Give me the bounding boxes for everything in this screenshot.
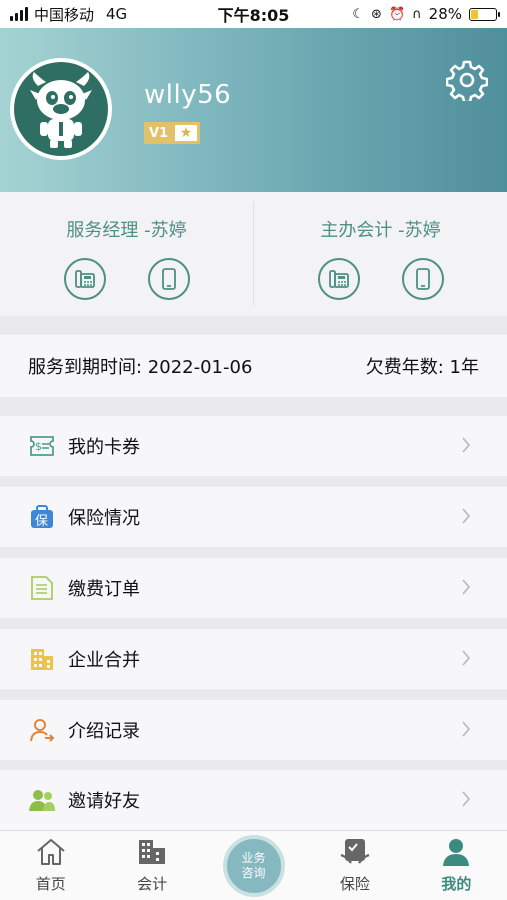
settings-button[interactable] (445, 58, 489, 102)
call-landline-button[interactable] (63, 258, 106, 300)
status-bar: 中国移动 4G 下午8:05 ☾ ⊛ ⏰ ∩ 28% (0, 0, 507, 28)
battery-percent: 28% (428, 5, 462, 23)
chevron-right-icon (462, 437, 471, 453)
chevron-right-icon (462, 508, 471, 524)
svg-text:$: $ (35, 440, 42, 453)
tab-home[interactable]: 首页 (0, 831, 101, 900)
tab-mine[interactable]: 我的 (406, 831, 507, 900)
building-icon (28, 645, 56, 673)
mobile-phone-icon (161, 268, 176, 290)
contact-title: 服务经理 -苏婷 (66, 220, 187, 241)
chevron-right-icon (462, 721, 471, 737)
consult-label-line1: 业务 (241, 851, 266, 865)
telephone-icon (74, 270, 95, 288)
svg-text:保: 保 (35, 514, 48, 529)
referral-icon (28, 716, 56, 744)
menu-item-referrals[interactable]: 介绍记录 (0, 700, 507, 760)
chevron-right-icon (462, 791, 471, 807)
signal-icon (10, 7, 28, 21)
user-icon (440, 835, 472, 869)
telephone-icon (328, 270, 349, 288)
contact-service-manager: 服务经理 -苏婷 (0, 192, 253, 316)
tab-insurance[interactable]: 保险 (304, 831, 405, 900)
level-badge: V1 ★ (144, 122, 200, 144)
menu-item-insurance[interactable]: 保 保险情况 (0, 487, 507, 547)
tab-label: 会计 (137, 875, 168, 893)
tab-consult-slot: 业务 咨询 (203, 831, 304, 900)
carrier: 中国移动 (34, 5, 95, 24)
chevron-right-icon (462, 579, 471, 595)
contacts-panel: 服务经理 -苏婷 主办会计 -苏婷 (0, 192, 507, 316)
service-info-row: 服务到期时间: 2022-01-06 欠费年数: 1年 (0, 335, 507, 397)
tab-label: 保险 (339, 875, 370, 893)
headphones-icon: ∩ (412, 6, 422, 22)
insurance-hands-icon (339, 835, 371, 869)
level-text: V1 (149, 125, 169, 141)
tab-bar: 首页 会计 业务 咨询 保险 我的 (0, 830, 507, 900)
call-landline-button[interactable] (317, 258, 360, 300)
service-expiry: 服务到期时间: 2022-01-06 (28, 357, 253, 378)
mobile-phone-icon (415, 268, 430, 290)
building-icon (136, 835, 168, 869)
username: wlly56 (144, 80, 232, 110)
menu-item-coupons[interactable]: $ 我的卡券 (0, 416, 507, 476)
menu-label: 缴费订单 (68, 579, 140, 600)
consult-label-line2: 咨询 (241, 866, 266, 880)
avatar[interactable] (10, 58, 112, 160)
contact-title: 主办会计 -苏婷 (320, 220, 441, 241)
battery-icon (469, 7, 500, 21)
profile-header: wlly56 V1 ★ (0, 28, 507, 192)
menu-item-invite[interactable]: 邀请好友 (0, 770, 507, 830)
friends-icon (28, 786, 56, 814)
tab-label: 首页 (35, 875, 66, 893)
tab-accounting[interactable]: 会计 (101, 831, 202, 900)
menu-label: 我的卡券 (68, 437, 140, 458)
menu-label: 介绍记录 (68, 721, 140, 742)
insurance-icon: 保 (28, 503, 56, 531)
menu-item-orders[interactable]: 缴费订单 (0, 558, 507, 618)
call-mobile-button[interactable] (401, 258, 444, 300)
menu-label: 企业合并 (68, 650, 140, 671)
gear-icon (446, 60, 488, 101)
menu-item-merge[interactable]: 企业合并 (0, 629, 507, 689)
chevron-right-icon (462, 650, 471, 666)
order-icon (28, 574, 56, 602)
network-type: 4G (106, 5, 128, 23)
call-mobile-button[interactable] (147, 258, 190, 300)
tab-label: 我的 (441, 875, 472, 893)
home-icon (35, 835, 67, 869)
menu-label: 保险情况 (68, 508, 140, 529)
consult-button[interactable]: 业务 咨询 (222, 835, 285, 897)
arrears-years: 欠费年数: 1年 (365, 357, 479, 378)
mascot-avatar-icon (30, 72, 92, 148)
alarm-icon: ⏰ (388, 6, 406, 22)
status-time: 下午8:05 (217, 6, 290, 25)
coupon-icon: $ (28, 432, 56, 460)
contact-accountant: 主办会计 -苏婷 (254, 192, 507, 316)
moon-icon: ☾ (352, 6, 365, 22)
star-icon: ★ (175, 125, 197, 141)
lock-rotation-icon: ⊛ (371, 6, 382, 22)
menu-label: 邀请好友 (68, 791, 140, 812)
